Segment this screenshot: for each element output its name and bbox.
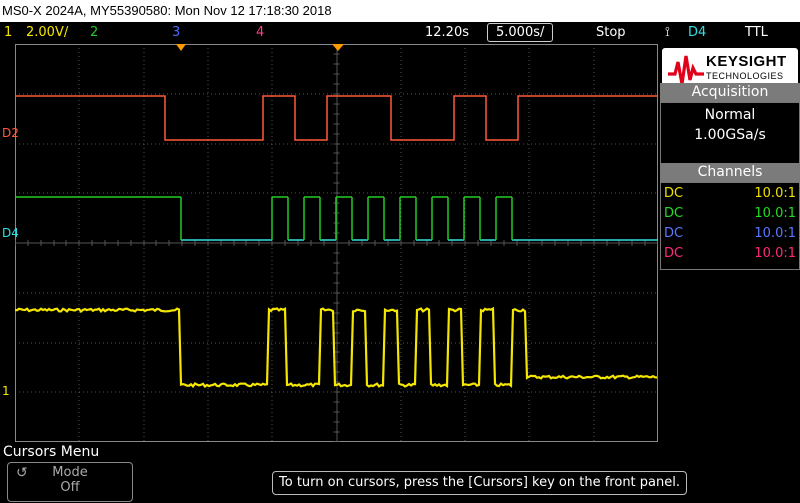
softkey-menu-area: Cursors Menu ↺ Mode Off To turn on curso… — [0, 443, 800, 503]
menu-title: Cursors Menu — [3, 444, 100, 460]
d4-ground-label: D4 — [2, 226, 19, 240]
channel-2-coupling: DC — [664, 206, 684, 221]
time-scale[interactable]: 5.000s/ — [487, 23, 554, 42]
channel-row-1[interactable]: DC 10.0:1 — [664, 184, 796, 204]
cursor-mode-softkey[interactable]: ↺ Mode Off — [7, 462, 133, 502]
channel-3-probe: 10.0:1 — [754, 226, 796, 241]
channel-1-scale[interactable]: 2.00V/ — [26, 22, 68, 43]
sample-rate: 1.00GSa/s — [694, 127, 766, 143]
channel-3-coupling: DC — [664, 226, 684, 241]
d4-trace-high — [15, 196, 513, 240]
acquisition-mode: Normal — [704, 107, 756, 123]
waveform-display[interactable] — [15, 44, 658, 442]
channel-4-number[interactable]: 4 — [256, 22, 264, 43]
mode-value: Off — [60, 480, 80, 495]
window-title: MS0-X 2024A, MY55390580: Mon Nov 12 17:1… — [2, 3, 332, 18]
graticule — [15, 44, 658, 442]
time-delay[interactable]: 12.20s — [425, 22, 469, 43]
keysight-logo: KEYSIGHT TECHNOLOGIES — [662, 48, 798, 88]
channel-1-ground-label: 1 — [2, 384, 10, 398]
channel-row-3[interactable]: DC 10.0:1 — [664, 224, 796, 244]
acquisition-header: Acquisition — [660, 83, 800, 102]
channel-1-number[interactable]: 1 — [4, 22, 12, 43]
window-title-bar: MS0-X 2024A, MY55390580: Mon Nov 12 17:1… — [0, 0, 800, 22]
run-state[interactable]: Stop — [596, 22, 626, 43]
trigger-position-marker — [176, 44, 186, 51]
channel-3-number[interactable]: 3 — [172, 22, 180, 43]
channel-2-number[interactable]: 2 — [90, 22, 98, 43]
channel-2-probe: 10.0:1 — [754, 206, 796, 221]
trigger-source[interactable]: D4 — [688, 22, 706, 43]
channels-header: Channels — [660, 163, 800, 182]
channel-row-2[interactable]: DC 10.0:1 — [664, 204, 796, 224]
cursor-hint-message: To turn on cursors, press the [Cursors] … — [272, 471, 687, 495]
status-bar: 1 2.00V/ 2 3 4 12.20s 5.000s/ Stop ⟟ D4 … — [0, 22, 800, 43]
rotate-knob-icon: ↺ — [16, 465, 28, 481]
channel-1-trace — [15, 306, 658, 389]
brand-subtitle: TECHNOLOGIES — [706, 71, 784, 81]
channel-row-4[interactable]: DC 10.0:1 — [664, 244, 796, 264]
channel-1-probe: 10.0:1 — [754, 186, 796, 201]
d2-ground-label: D2 — [2, 126, 19, 140]
waveform-graph — [15, 44, 658, 442]
right-panel: KEYSIGHT TECHNOLOGIES Acquisition Normal… — [660, 44, 800, 443]
trigger-edge-icon: ⟟ — [665, 25, 670, 40]
brand-name: KEYSIGHT — [706, 53, 787, 70]
channel-1-coupling: DC — [664, 186, 684, 201]
channels-box: DC 10.0:1 DC 10.0:1 DC 10.0:1 DC 10.0:1 — [660, 182, 800, 270]
channel-4-coupling: DC — [664, 246, 684, 261]
acquisition-box: Normal 1.00GSa/s — [660, 102, 800, 166]
delay-marker — [332, 44, 344, 51]
channel-4-probe: 10.0:1 — [754, 246, 796, 261]
trigger-level[interactable]: TTL — [745, 22, 768, 43]
